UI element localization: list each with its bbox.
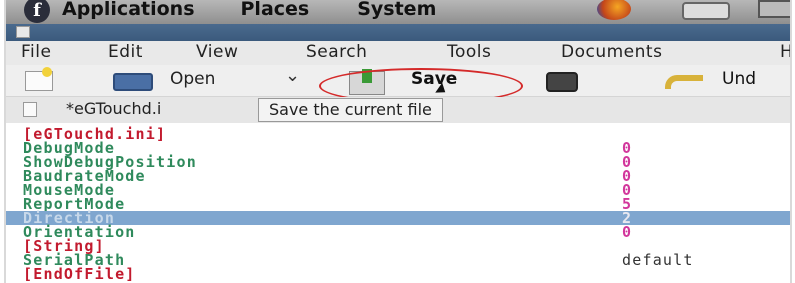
window-title-bar[interactable] xyxy=(6,24,790,41)
tab-egtouchd[interactable]: *eGTouchd.i xyxy=(66,99,262,118)
chevron-down-icon[interactable]: ⌄ xyxy=(285,65,300,86)
line-value: 0 xyxy=(622,223,633,241)
text-editor[interactable]: [eGTouchd.ini] DebugMode 0 ShowDebugPosi… xyxy=(6,123,790,283)
editor-line: ReportMode 5 xyxy=(6,197,790,212)
menu-documents[interactable]: Documents xyxy=(561,42,662,62)
fedora-logo-icon[interactable]: f xyxy=(24,0,50,23)
file-icon xyxy=(23,102,37,117)
save-tooltip: Save the current file xyxy=(258,98,443,122)
editor-line: [eGTouchd.ini] xyxy=(6,127,790,142)
menu-file[interactable]: File xyxy=(21,42,51,62)
menu-tools[interactable]: Tools xyxy=(447,42,491,62)
editor-line: BaudrateMode 0 xyxy=(6,169,790,184)
open-folder-icon[interactable] xyxy=(113,73,153,91)
new-star-icon xyxy=(42,67,52,77)
open-button[interactable]: Open xyxy=(170,69,215,89)
menu-edit[interactable]: Edit xyxy=(108,42,143,62)
editor-line: Orientation 0 xyxy=(6,223,790,241)
applications-menu[interactable]: Applications xyxy=(62,0,195,20)
system-menu[interactable]: System xyxy=(357,0,436,20)
undo-icon[interactable] xyxy=(665,75,703,89)
display-icon[interactable] xyxy=(758,0,790,18)
mail-icon[interactable] xyxy=(682,2,730,20)
menu-search[interactable]: Search xyxy=(306,42,367,62)
line-key: [EndOfFile] xyxy=(23,265,136,283)
top-panel: f Applications Places System xyxy=(6,0,790,24)
menu-view[interactable]: View xyxy=(196,42,238,62)
menubar: File Edit View Search Tools Documents H xyxy=(6,41,790,65)
editor-line: [EndOfFile] xyxy=(6,265,790,283)
print-icon[interactable] xyxy=(546,72,578,92)
document-icon xyxy=(16,26,30,38)
line-value: default xyxy=(622,251,694,269)
firefox-icon[interactable] xyxy=(597,0,631,20)
screen: f Applications Places System File Edit V… xyxy=(4,0,792,283)
places-menu[interactable]: Places xyxy=(241,0,310,20)
menu-help[interactable]: H xyxy=(780,42,790,62)
toolbar: Open ⌄ Save Und xyxy=(6,65,790,104)
undo-button[interactable]: Und xyxy=(722,69,756,89)
